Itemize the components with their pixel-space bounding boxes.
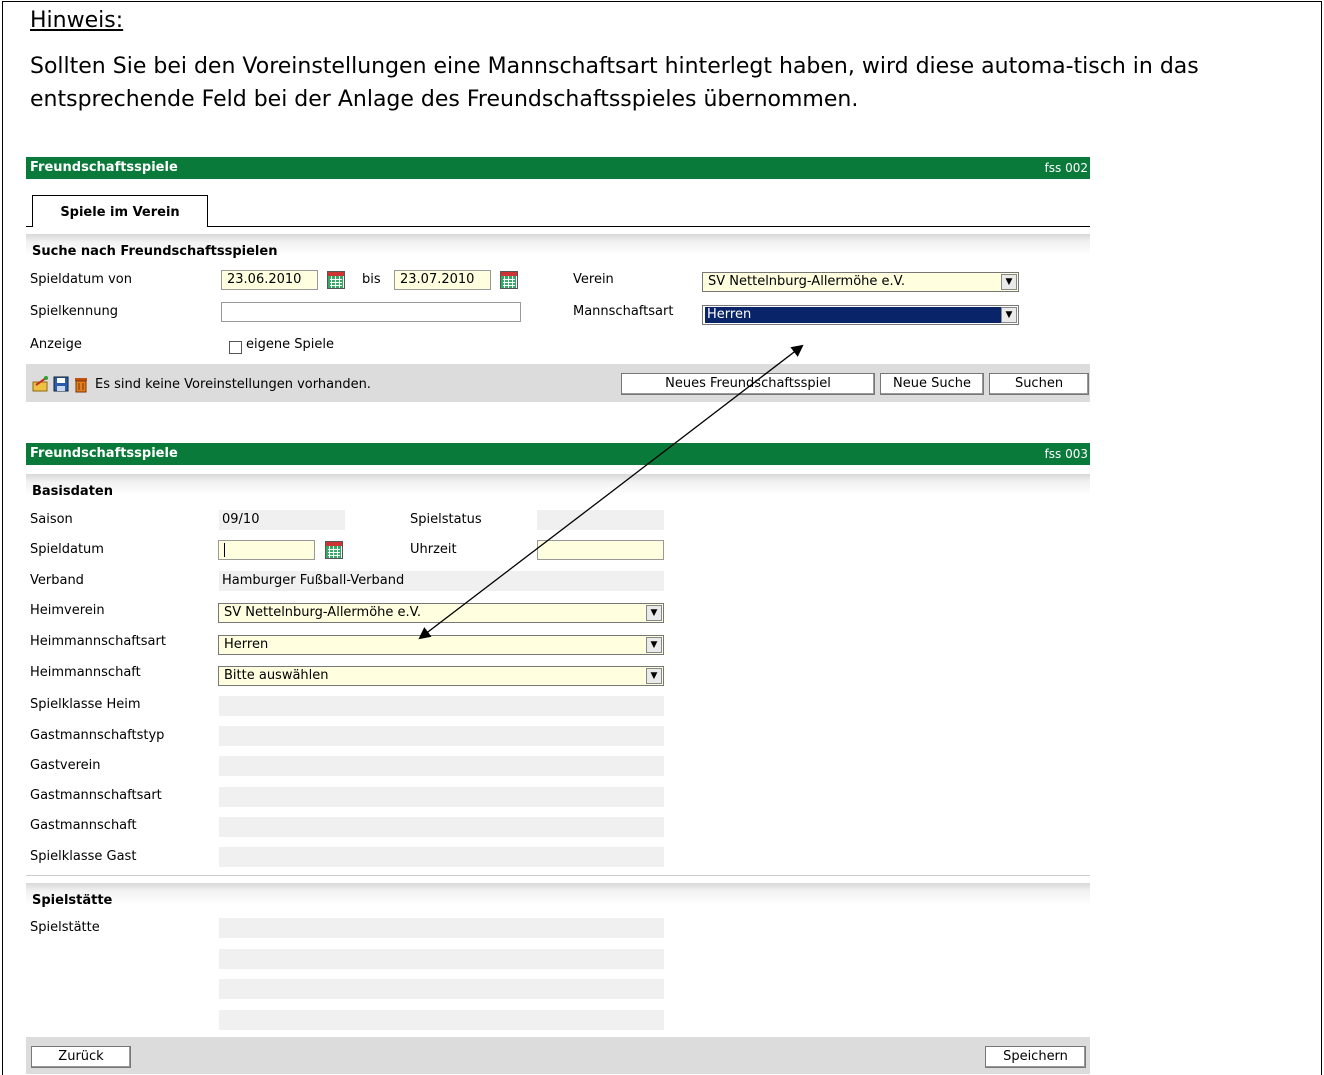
date-from-label: Spieldatum von: [30, 272, 132, 287]
chevron-down-icon: ▼: [1001, 307, 1017, 323]
date-to-input[interactable]: 23.07.2010: [394, 270, 491, 290]
game-id-label: Spielkennung: [30, 304, 118, 319]
search-panel-title: Freundschaftsspiele: [30, 160, 178, 175]
guest-class-value: [219, 847, 664, 867]
date-to-calendar-icon[interactable]: [500, 271, 518, 289]
chevron-down-icon: ▼: [646, 637, 662, 653]
guest-team-kind-label: Gastmannschaftstyp: [30, 728, 165, 743]
club-label: Verein: [573, 272, 614, 287]
new-friendly-game-button[interactable]: Neues Freundschaftsspiel: [621, 373, 875, 395]
edit-panel-title: Freundschaftsspiele: [30, 446, 178, 461]
save-preset-icon[interactable]: [52, 375, 70, 393]
display-label: Anzeige: [30, 337, 82, 352]
game-date-input[interactable]: [218, 540, 315, 560]
basisdaten-divider: [26, 875, 1090, 876]
search-panel-header: Freundschaftsspiele fss 002: [26, 157, 1090, 179]
association-value: Hamburger Fußball-Verband: [219, 571, 664, 591]
own-games-label: eigene Spiele: [246, 337, 334, 352]
hint-text: Sollten Sie bei den Voreinstellungen ein…: [30, 54, 1199, 112]
season-value: 09/10: [219, 510, 345, 530]
home-team-label: Heimmannschaft: [30, 665, 141, 680]
venue-line-1: [219, 918, 664, 938]
edit-panel-code: fss 003: [1044, 447, 1088, 461]
home-class-value: [219, 696, 664, 716]
chevron-down-icon: ▼: [646, 668, 662, 684]
bottom-toolbar: [26, 1037, 1090, 1074]
tab-line: [208, 226, 1090, 227]
search-section-title: Suche nach Freundschaftsspielen: [26, 234, 1090, 262]
home-club-label: Heimverein: [30, 603, 105, 618]
home-club-select-value: SV Nettelnburg-Allermöhe e.V.: [224, 605, 422, 620]
home-team-select[interactable]: Bitte auswählen ▼: [218, 666, 664, 686]
guest-team-type-value: [219, 787, 664, 807]
venue-line-4: [219, 1010, 664, 1030]
game-date-label: Spieldatum: [30, 542, 104, 557]
venue-line-3: [219, 979, 664, 999]
home-team-select-value: Bitte auswählen: [224, 668, 329, 683]
guest-team-label: Gastmannschaft: [30, 818, 137, 833]
venue-line-2: [219, 949, 664, 969]
new-search-button[interactable]: Neue Suche: [880, 373, 984, 395]
chevron-down-icon: ▼: [646, 605, 662, 621]
club-select[interactable]: SV Nettelnburg-Allermöhe e.V. ▼: [702, 272, 1019, 292]
search-button[interactable]: Suchen: [989, 373, 1089, 395]
date-from-calendar-icon[interactable]: [327, 271, 345, 289]
date-from-input[interactable]: 23.06.2010: [221, 270, 318, 290]
text-cursor: [224, 542, 225, 557]
guest-club-value: [219, 756, 664, 776]
game-date-calendar-icon[interactable]: [325, 541, 343, 559]
search-panel-code: fss 002: [1044, 161, 1088, 175]
trash-icon[interactable]: [72, 375, 90, 393]
home-team-type-select[interactable]: Herren ▼: [218, 635, 664, 655]
team-type-select-value: Herren: [705, 307, 1013, 323]
status-value: [537, 510, 664, 530]
home-team-type-label: Heimmannschaftsart: [30, 634, 166, 649]
time-input[interactable]: [537, 540, 664, 560]
venue-label: Spielstätte: [30, 920, 100, 935]
toolbar-status-text: Es sind keine Voreinstellungen vorhanden…: [95, 377, 371, 392]
guest-class-label: Spielklasse Gast: [30, 849, 137, 864]
home-club-select[interactable]: SV Nettelnburg-Allermöhe e.V. ▼: [218, 603, 664, 623]
time-label: Uhrzeit: [410, 542, 457, 557]
home-class-label: Spielklasse Heim: [30, 697, 141, 712]
season-label: Saison: [30, 512, 73, 527]
team-type-label: Mannschaftsart: [573, 304, 674, 319]
edit-panel-header: Freundschaftsspiele fss 003: [26, 443, 1090, 465]
home-team-type-select-value: Herren: [224, 637, 269, 652]
basisdaten-title: Basisdaten: [26, 474, 1090, 502]
own-games-checkbox[interactable]: [229, 341, 242, 354]
back-button[interactable]: Zurück: [31, 1046, 131, 1068]
guest-team-kind-value: [219, 726, 664, 746]
association-label: Verband: [30, 573, 84, 588]
guest-club-label: Gastverein: [30, 758, 101, 773]
guest-team-type-label: Gastmannschaftsart: [30, 788, 162, 803]
guest-team-value: [219, 817, 664, 837]
status-label: Spielstatus: [410, 512, 482, 527]
game-id-input[interactable]: [221, 302, 521, 322]
tab-spiele-im-verein[interactable]: Spiele im Verein: [32, 195, 208, 227]
save-button[interactable]: Speichern: [985, 1046, 1086, 1068]
hint-title: Hinweis:: [30, 8, 124, 33]
club-select-value: SV Nettelnburg-Allermöhe e.V.: [708, 274, 906, 289]
date-to-label: bis: [362, 272, 381, 287]
venue-section-title: Spielstätte: [26, 883, 1090, 911]
team-type-select[interactable]: Herren ▼: [702, 305, 1019, 325]
chevron-down-icon: ▼: [1001, 274, 1017, 290]
load-preset-icon[interactable]: [32, 375, 50, 393]
